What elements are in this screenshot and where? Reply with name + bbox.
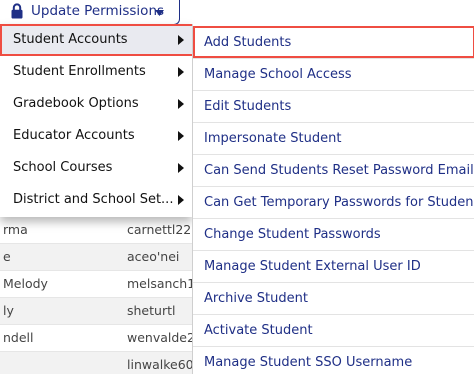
submenu-item-send-reset-password-email[interactable]: Can Send Students Reset Password Email — [193, 154, 474, 186]
submenu-item-label: Archive Student — [204, 291, 308, 306]
table-cell-username: aceo'nei — [127, 249, 180, 264]
table-row[interactable]: e aceo'nei — [0, 244, 195, 270]
table-cell-username: melsanch13 — [127, 276, 195, 291]
student-table: rma carnettl22 e aceo'nei Melody melsanc… — [0, 217, 195, 374]
menu-item-educator-accounts[interactable]: Educator Accounts — [0, 120, 192, 152]
submenu-item-label: Add Students — [204, 35, 292, 50]
submenu-item-add-students[interactable]: Add Students — [193, 26, 474, 58]
table-row[interactable]: Melody melsanch13 — [0, 271, 195, 297]
caret-down-icon — [155, 10, 164, 16]
submenu-item-label: Activate Student — [204, 323, 313, 338]
table-cell-username: linwalke60 — [127, 357, 194, 372]
submenu-item-manage-sso-username[interactable]: Manage Student SSO Username — [193, 346, 474, 374]
submenu-item-label: Change Student Passwords — [204, 227, 381, 242]
table-row[interactable]: linwalke60 — [0, 352, 195, 374]
submenu-item-manage-external-user-id[interactable]: Manage Student External User ID — [193, 250, 474, 282]
submenu-item-label: Impersonate Student — [204, 131, 342, 146]
chevron-right-icon — [178, 67, 184, 77]
table-row[interactable]: rma carnettl22 — [0, 217, 195, 243]
menu-item-label: Student Enrollments — [13, 64, 146, 79]
menu-item-school-courses[interactable]: School Courses — [0, 152, 192, 184]
submenu-item-label: Can Get Temporary Passwords for Studen..… — [204, 195, 474, 210]
table-cell-username: sheturtl — [127, 303, 176, 318]
submenu-item-archive-student[interactable]: Archive Student — [193, 282, 474, 314]
submenu-item-label: Manage Student SSO Username — [204, 355, 413, 370]
submenu-item-activate-student[interactable]: Activate Student — [193, 314, 474, 346]
submenu-item-label: Can Send Students Reset Password Email — [204, 163, 474, 178]
chevron-right-icon — [178, 131, 184, 141]
chevron-right-icon — [178, 195, 184, 205]
submenu-item-label: Edit Students — [204, 99, 292, 114]
menu-item-student-enrollments[interactable]: Student Enrollments — [0, 56, 192, 88]
menu-item-label: Student Accounts — [13, 32, 128, 47]
update-permissions-label: Update Permissions — [31, 3, 165, 19]
submenu-item-change-student-passwords[interactable]: Change Student Passwords — [193, 218, 474, 250]
submenu-item-label: Manage Student External User ID — [204, 259, 421, 274]
menu-item-label: District and School Set... — [13, 192, 174, 207]
toolbar: Update Permissions — [0, 0, 474, 25]
screen: rma carnettl22 e aceo'nei Melody melsanc… — [0, 0, 474, 374]
chevron-right-icon — [178, 99, 184, 109]
submenu-item-edit-students[interactable]: Edit Students — [193, 90, 474, 122]
menu-item-label: Gradebook Options — [13, 96, 139, 111]
submenu-item-label: Manage School Access — [204, 67, 352, 82]
table-cell-username: wenvalde2 — [127, 330, 195, 345]
chevron-right-icon — [178, 163, 184, 173]
table-cell-name: ly — [3, 303, 14, 318]
table-row[interactable]: ly sheturtl — [0, 298, 195, 324]
update-permissions-button[interactable]: Update Permissions — [0, 0, 180, 25]
table-cell-name: e — [3, 249, 11, 264]
table-cell-name: Melody — [3, 276, 48, 291]
menu-item-gradebook-options[interactable]: Gradebook Options — [0, 88, 192, 120]
submenu-item-impersonate-student[interactable]: Impersonate Student — [193, 122, 474, 154]
student-accounts-submenu: Add Students Manage School Access Edit S… — [192, 24, 474, 374]
table-cell-username: carnettl22 — [127, 222, 192, 237]
permissions-category-menu: Student Accounts Student Enrollments Gra… — [0, 24, 192, 217]
menu-item-district-and-school-settings[interactable]: District and School Set... — [0, 184, 192, 216]
lock-icon — [11, 3, 23, 19]
table-cell-name: ndell — [3, 330, 34, 345]
chevron-right-icon — [178, 35, 184, 45]
table-cell-name: rma — [3, 222, 28, 237]
menu-item-student-accounts[interactable]: Student Accounts — [0, 24, 192, 56]
submenu-item-get-temporary-passwords[interactable]: Can Get Temporary Passwords for Studen..… — [193, 186, 474, 218]
menu-item-label: Educator Accounts — [13, 128, 135, 143]
menu-item-label: School Courses — [13, 160, 113, 175]
table-row[interactable]: ndell wenvalde2 — [0, 325, 195, 351]
submenu-item-manage-school-access[interactable]: Manage School Access — [193, 58, 474, 90]
